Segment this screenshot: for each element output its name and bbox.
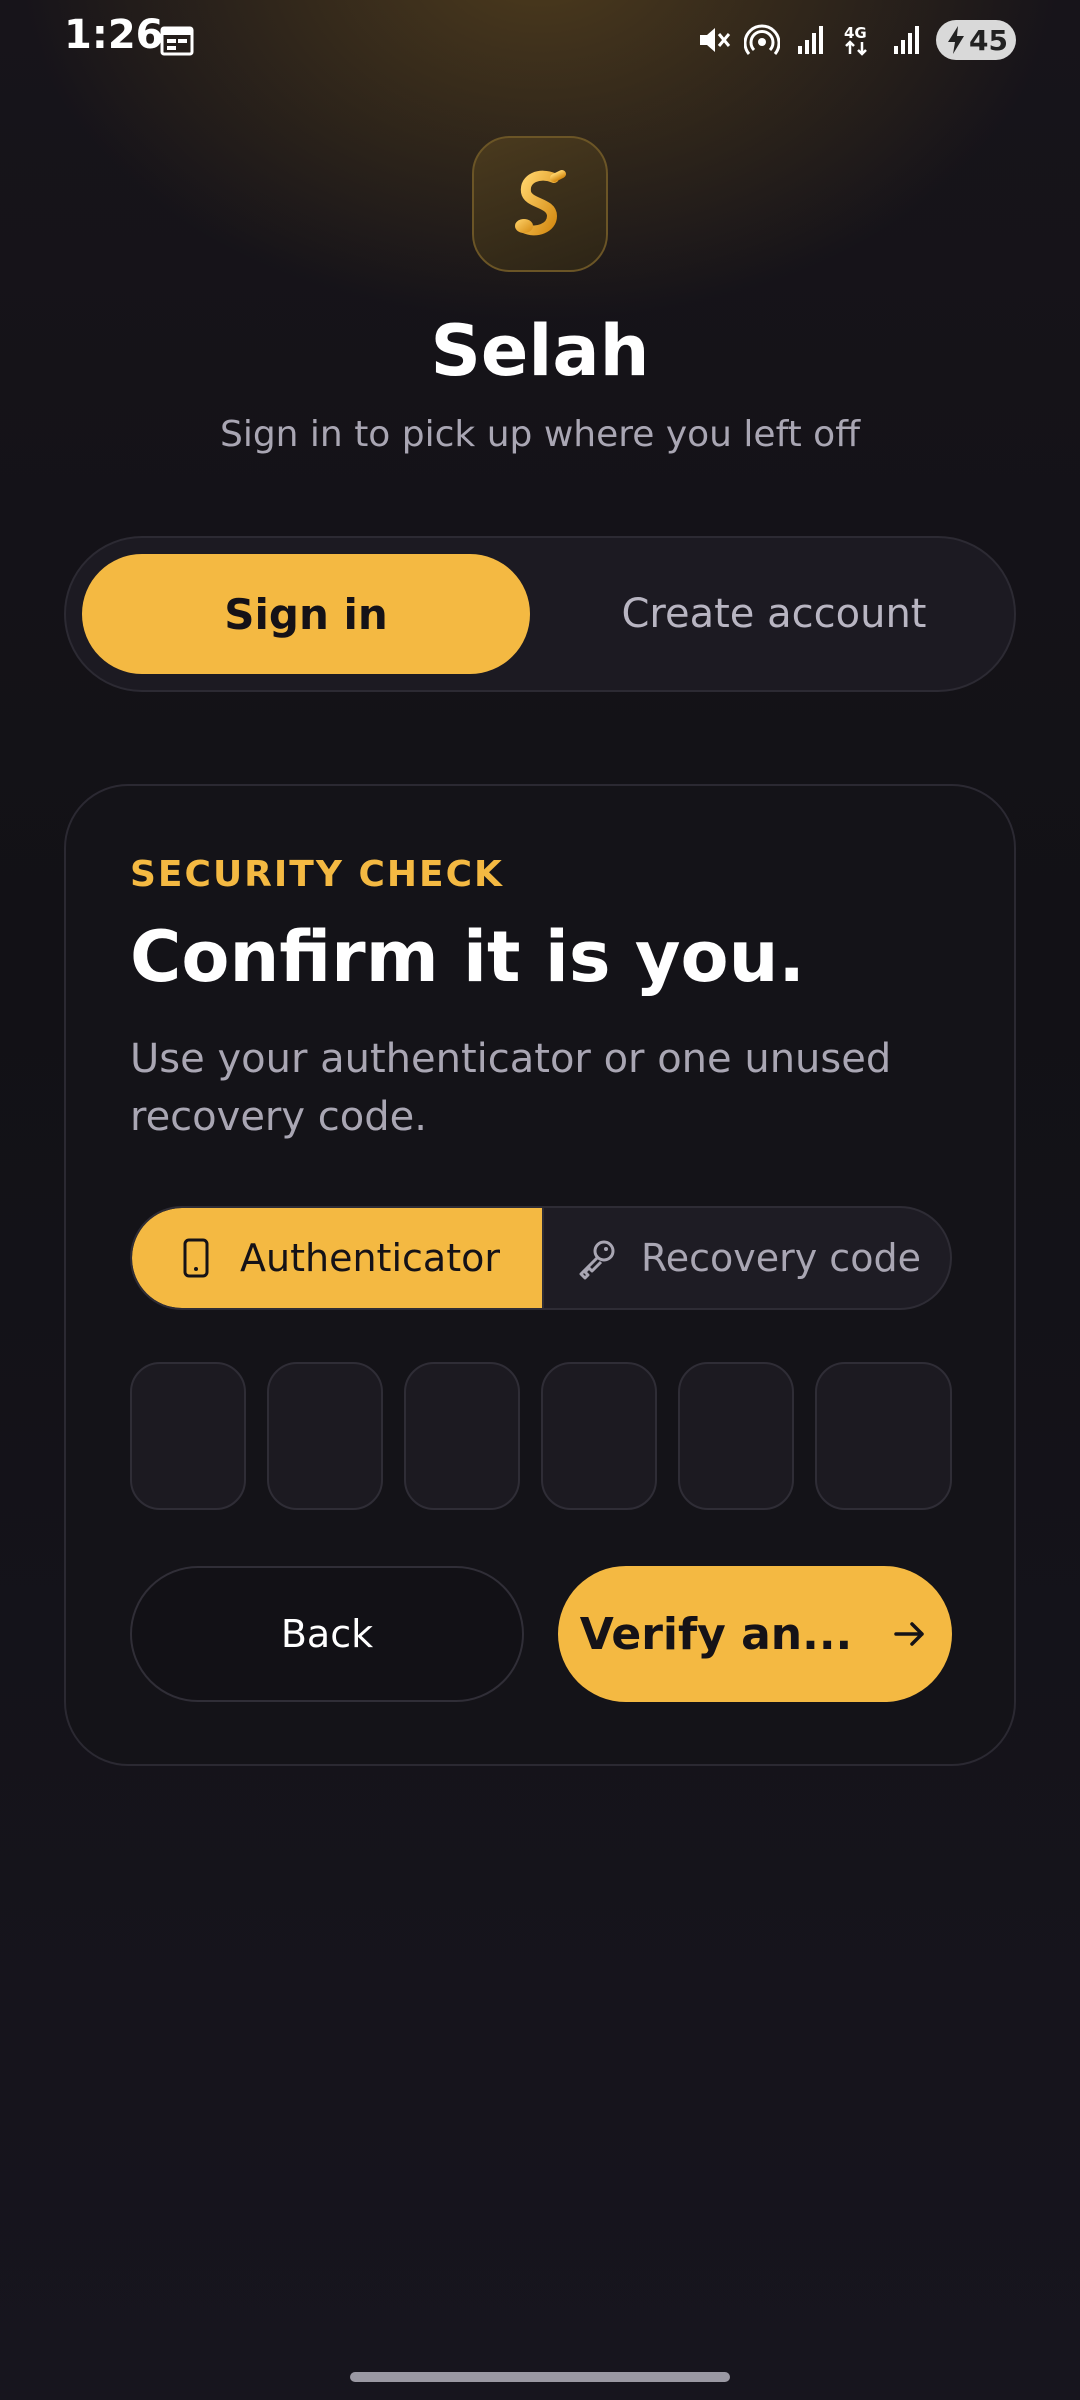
card-description: Use your authenticator or one unused rec…	[130, 1036, 892, 1140]
auth-mode-switch: Sign in Create account	[64, 536, 1016, 692]
code-digit-5[interactable]	[678, 1362, 794, 1510]
code-digit-2[interactable]	[267, 1362, 383, 1510]
home-indicator[interactable]	[350, 2372, 730, 2382]
code-input-group	[130, 1362, 952, 1510]
tab-sign-in[interactable]: Sign in	[82, 554, 530, 674]
tab-recovery-code-label: Recovery code	[641, 1236, 921, 1280]
key-icon	[579, 1240, 615, 1280]
verify-button[interactable]: Verify an...	[558, 1566, 952, 1702]
hotspot-icon	[744, 24, 780, 55]
security-check-card: SECURITY CHECK Confirm it is you. Use yo…	[64, 784, 1016, 1766]
status-time: 1:26	[64, 12, 164, 58]
music-note-s-logo	[515, 170, 566, 236]
mute-icon	[700, 28, 731, 52]
app-subtitle: Sign in to pick up where you left off	[219, 414, 861, 455]
phone-icon	[183, 1238, 209, 1278]
app-logo	[472, 136, 608, 272]
code-digit-3[interactable]	[404, 1362, 520, 1510]
tab-create-account[interactable]: Create account	[546, 554, 1002, 674]
status-bar: 1:26 4G 45	[0, 0, 1080, 80]
signal-icon	[798, 26, 823, 54]
status-icons: 4G 45	[696, 18, 1016, 62]
tab-authenticator-label: Authenticator	[240, 1236, 500, 1280]
card-eyebrow: SECURITY CHECK	[130, 854, 504, 895]
svg-text:4G: 4G	[844, 24, 867, 42]
back-button[interactable]: Back	[130, 1566, 524, 1702]
4g-icon: 4G	[844, 24, 867, 56]
card-title: Confirm it is you.	[130, 916, 806, 998]
battery-level: 45	[969, 23, 1008, 57]
app-title: Selah	[430, 310, 650, 392]
verify-button-label: Verify an...	[579, 1608, 853, 1660]
tab-authenticator[interactable]: Authenticator	[132, 1208, 542, 1308]
code-digit-6[interactable]	[815, 1362, 952, 1510]
tab-recovery-code[interactable]: Recovery code	[542, 1208, 950, 1308]
calendar-icon	[160, 26, 194, 56]
signal-icon	[894, 26, 919, 54]
battery-charging-icon	[948, 26, 964, 54]
code-digit-1[interactable]	[130, 1362, 246, 1510]
verification-method-switch: Authenticator Recovery code	[130, 1206, 952, 1310]
battery-indicator: 45	[936, 20, 1016, 60]
code-digit-4[interactable]	[541, 1362, 657, 1510]
arrow-right-icon	[894, 1622, 925, 1646]
